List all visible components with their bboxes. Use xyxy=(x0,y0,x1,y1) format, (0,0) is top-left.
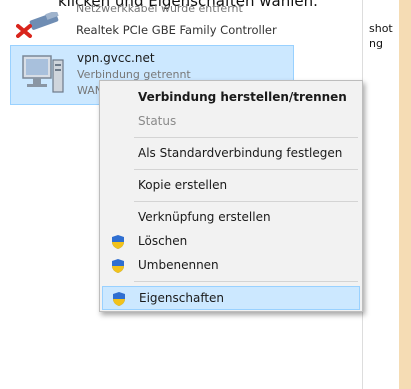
disconnected-cable-icon xyxy=(16,12,59,38)
uac-shield-icon xyxy=(112,235,124,249)
adapter-name-text: Realtek PCIe GBE Family Controller xyxy=(76,23,277,37)
context-menu: Verbindung herstellen/trennen Status Als… xyxy=(99,80,363,312)
menu-item-set-default[interactable]: Als Standardverbindung festlegen xyxy=(102,142,360,166)
menu-separator xyxy=(134,137,358,138)
network-adapter-item[interactable]: Netzwerkkabel wurde entfernt Realtek PCI… xyxy=(14,2,374,42)
computer-network-icon xyxy=(22,55,64,93)
menu-item-label: Kopie erstellen xyxy=(138,178,228,192)
menu-item-label: Verbindung herstellen/trennen xyxy=(138,90,347,104)
menu-item-properties[interactable]: Eigenschaften xyxy=(102,286,360,310)
uac-shield-icon xyxy=(113,292,125,306)
menu-item-label: Löschen xyxy=(138,234,188,248)
menu-separator xyxy=(134,169,358,170)
menu-item-create-shortcut[interactable]: Verknüpfung erstellen xyxy=(102,206,360,230)
menu-separator xyxy=(134,281,358,282)
menu-separator xyxy=(134,201,358,202)
menu-item-create-copy[interactable]: Kopie erstellen xyxy=(102,174,360,198)
menu-item-rename[interactable]: Umbenennen xyxy=(102,254,360,278)
menu-item-status: Status xyxy=(102,110,360,134)
menu-item-connect-disconnect[interactable]: Verbindung herstellen/trennen xyxy=(102,86,360,110)
menu-item-label: Verknüpfung erstellen xyxy=(138,210,271,224)
menu-item-label: Eigenschaften xyxy=(139,291,225,305)
background-text-line: ng xyxy=(369,37,383,50)
background-document-panel: shot ng xyxy=(362,0,403,389)
menu-item-delete[interactable]: Löschen xyxy=(102,230,360,254)
uac-shield-icon xyxy=(112,259,124,273)
background-stripe xyxy=(399,0,411,389)
adapter-status-text: Netzwerkkabel wurde entfernt xyxy=(76,2,243,15)
background-text-line: shot xyxy=(369,22,393,35)
menu-item-label: Status xyxy=(138,114,177,128)
vpn-connection-name: vpn.gvcc.net xyxy=(77,51,155,65)
menu-item-label: Als Standardverbindung festlegen xyxy=(138,146,343,160)
menu-item-label: Umbenennen xyxy=(138,258,219,272)
